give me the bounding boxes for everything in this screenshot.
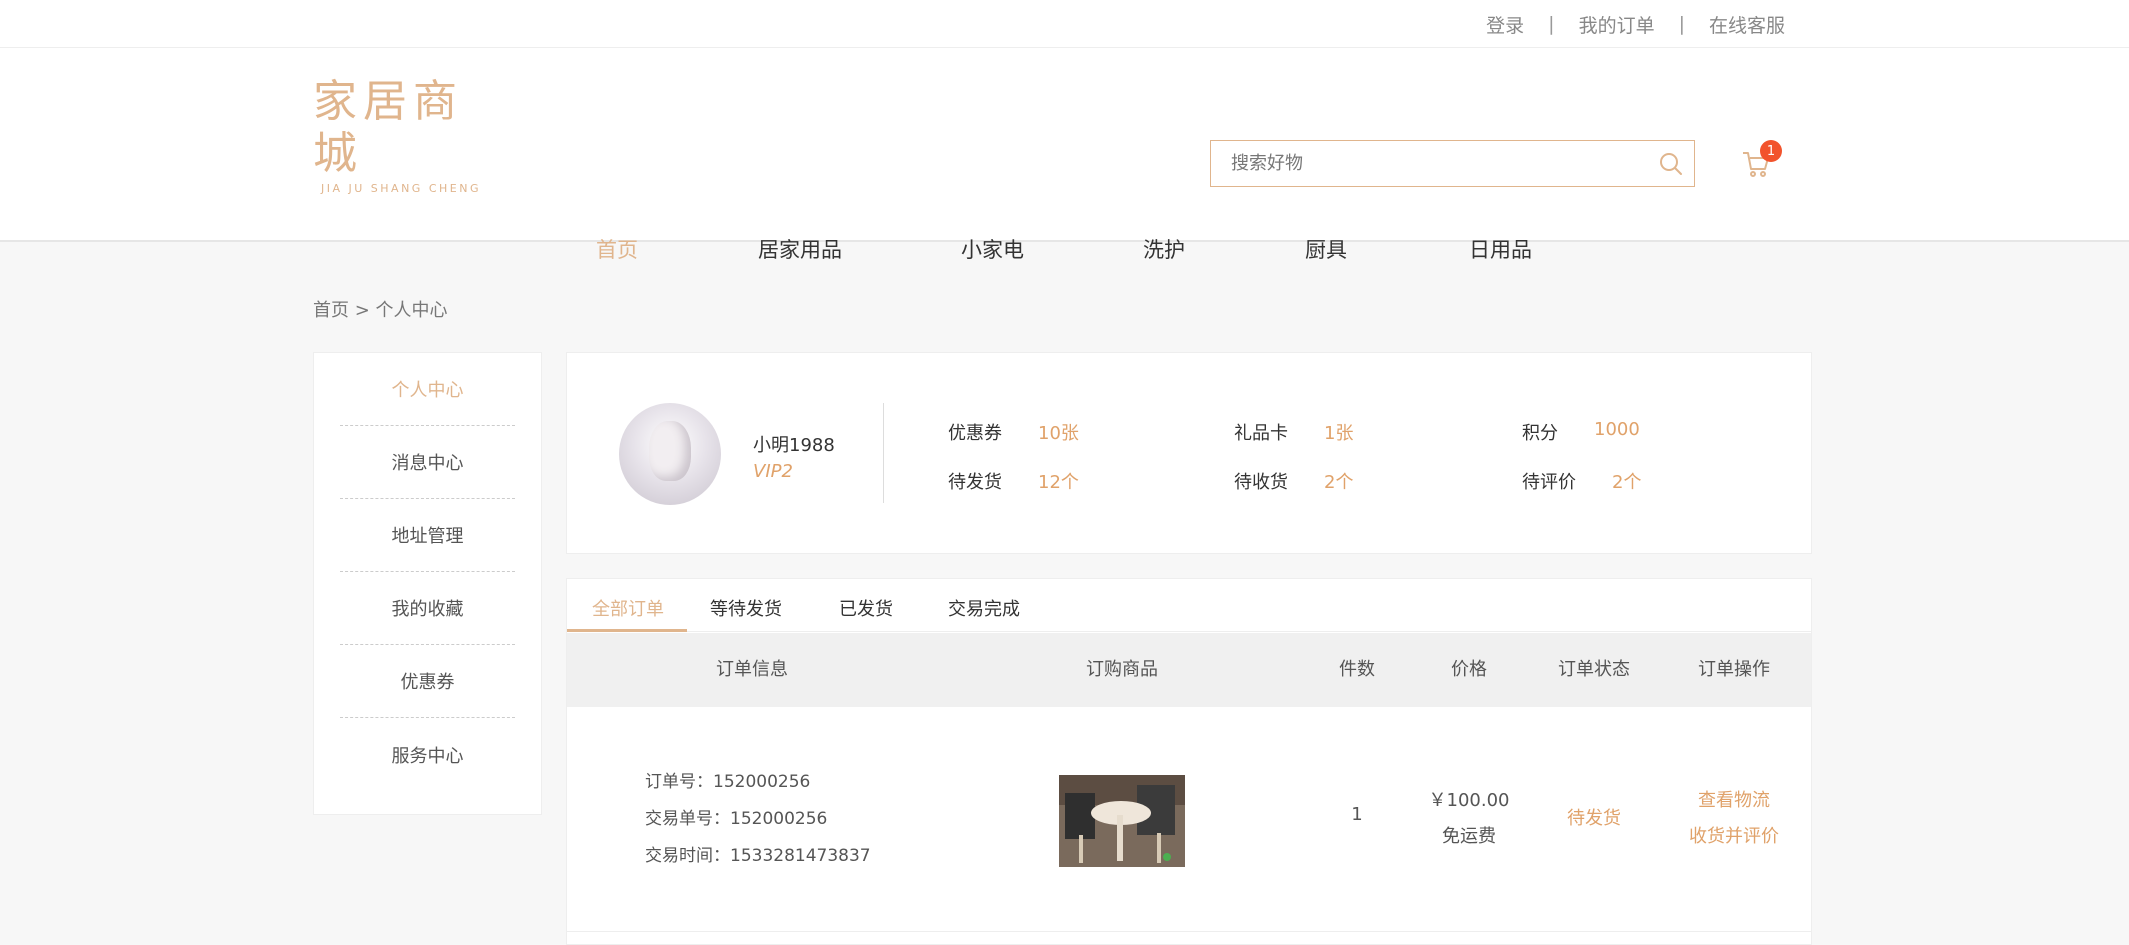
nav-item-home-goods[interactable]: 居家用品 — [758, 234, 842, 264]
price: ￥100.00 — [1428, 790, 1510, 811]
separator: | — [1548, 13, 1555, 35]
avatar[interactable] — [619, 403, 721, 505]
vip-level: VIP2 — [753, 461, 793, 482]
view-logistics-link[interactable]: 查看物流 — [1698, 786, 1770, 812]
order-status: 待发货 — [1567, 808, 1621, 829]
stat-to-review[interactable]: 待评价 2个 — [1522, 468, 1641, 494]
avatar-face — [649, 421, 691, 481]
logo-subtext: JIA JU SHANG CHENG — [321, 182, 481, 195]
sidebar-item-service[interactable]: 服务中心 — [340, 718, 515, 791]
stat-value: 2个 — [1324, 472, 1354, 493]
orders-panel: 全部订单 等待发货 已发货 交易完成 订单信息 订购商品 件数 价格 订单状态 … — [566, 578, 1812, 945]
stat-value: 1000 — [1594, 419, 1640, 440]
stat-label: 礼品卡 — [1234, 423, 1288, 444]
divider — [883, 403, 884, 503]
account-sidebar: 个人中心 消息中心 地址管理 我的收藏 优惠券 服务中心 — [313, 352, 542, 815]
receive-and-review-link[interactable]: 收货并评价 — [1689, 822, 1779, 848]
active-tab-indicator — [567, 629, 687, 632]
site-header: 家居商城 JIA JU SHANG CHENG 1 首页 居家用品 小家电 洗护… — [0, 48, 2129, 262]
sidebar-item-messages[interactable]: 消息中心 — [340, 426, 515, 499]
nav-item-kitchenware[interactable]: 厨具 — [1305, 234, 1347, 264]
column-header: 订单操作 — [1698, 659, 1770, 680]
stat-value: 12个 — [1038, 472, 1079, 493]
cart-count-badge: 1 — [1760, 140, 1782, 162]
nav-item-small-appliances[interactable]: 小家电 — [961, 234, 1024, 264]
column-header: 订单信息 — [716, 659, 788, 680]
sidebar-item-addresses[interactable]: 地址管理 — [340, 499, 515, 572]
tab-awaiting-shipment[interactable]: 等待发货 — [710, 595, 782, 621]
stat-label: 积分 — [1522, 423, 1558, 444]
trade-time: 交易时间：1533281473837 — [645, 846, 871, 866]
product-thumbnail[interactable] — [1059, 775, 1185, 867]
breadcrumb[interactable]: 首页 > 个人中心 — [313, 296, 448, 322]
tab-completed[interactable]: 交易完成 — [948, 595, 1020, 621]
stat-label: 优惠券 — [948, 423, 1002, 444]
stat-label: 待收货 — [1234, 472, 1288, 493]
shipping-fee: 免运费 — [1442, 826, 1496, 847]
stat-value: 1张 — [1324, 423, 1354, 444]
order-tabs: 全部订单 等待发货 已发货 交易完成 — [567, 579, 1811, 632]
logo-text: 家居商城 — [313, 76, 463, 179]
order-number: 订单号：152000256 — [645, 772, 811, 792]
stat-to-receive[interactable]: 待收货 2个 — [1234, 468, 1353, 494]
table-header: 订单信息 订购商品 件数 价格 订单状态 订单操作 — [567, 633, 1811, 707]
stat-value: 10张 — [1038, 423, 1079, 444]
search-box — [1210, 140, 1695, 187]
login-link[interactable]: 登录 — [1486, 11, 1524, 38]
nav-item-home[interactable]: 首页 — [596, 234, 638, 264]
trade-number: 交易单号：152000256 — [645, 809, 828, 829]
nav-item-care[interactable]: 洗护 — [1143, 234, 1185, 264]
sidebar-item-favorites[interactable]: 我的收藏 — [340, 572, 515, 645]
stat-label: 待评价 — [1522, 472, 1576, 493]
profile-card: 小明1988 VIP2 优惠券 10张 礼品卡 1张 积分 1000 待发货 1… — [566, 352, 1812, 554]
sidebar-item-profile[interactable]: 个人中心 — [340, 353, 515, 426]
main-nav: 首页 居家用品 小家电 洗护 厨具 日用品 — [0, 234, 2129, 268]
column-header: 价格 — [1451, 659, 1487, 680]
quantity: 1 — [1351, 804, 1363, 825]
separator: | — [1678, 13, 1685, 35]
column-header: 订购商品 — [1086, 659, 1158, 680]
tab-all-orders[interactable]: 全部订单 — [592, 595, 664, 621]
stat-gift-cards[interactable]: 礼品卡 1张 — [1234, 419, 1353, 445]
table-row: 订单号：152000256 交易单号：152000256 交易时间：153328… — [567, 707, 1811, 932]
nav-item-daily-goods[interactable]: 日用品 — [1469, 234, 1532, 264]
stat-to-ship[interactable]: 待发货 12个 — [948, 468, 1079, 494]
column-header: 件数 — [1339, 659, 1375, 680]
stat-label: 待发货 — [948, 472, 1002, 493]
tab-shipped[interactable]: 已发货 — [839, 595, 893, 621]
search-input[interactable] — [1211, 141, 1648, 186]
top-links: 登录 | 我的订单 | 在线客服 — [1486, 0, 1785, 48]
stat-value: 2个 — [1612, 472, 1642, 493]
cart-button[interactable]: 1 — [1738, 140, 1782, 182]
top-bar: 登录 | 我的订单 | 在线客服 — [0, 0, 2129, 48]
online-service-link[interactable]: 在线客服 — [1709, 11, 1785, 38]
stat-points[interactable]: 积分 1000 — [1522, 419, 1640, 445]
my-orders-link[interactable]: 我的订单 — [1579, 11, 1655, 38]
logo[interactable]: 家居商城 JIA JU SHANG CHENG — [313, 76, 483, 195]
stat-coupons[interactable]: 优惠券 10张 — [948, 419, 1079, 445]
column-header: 订单状态 — [1558, 659, 1630, 680]
username: 小明1988 — [753, 435, 835, 456]
sidebar-item-coupons[interactable]: 优惠券 — [340, 645, 515, 718]
search-icon[interactable] — [1648, 141, 1694, 187]
